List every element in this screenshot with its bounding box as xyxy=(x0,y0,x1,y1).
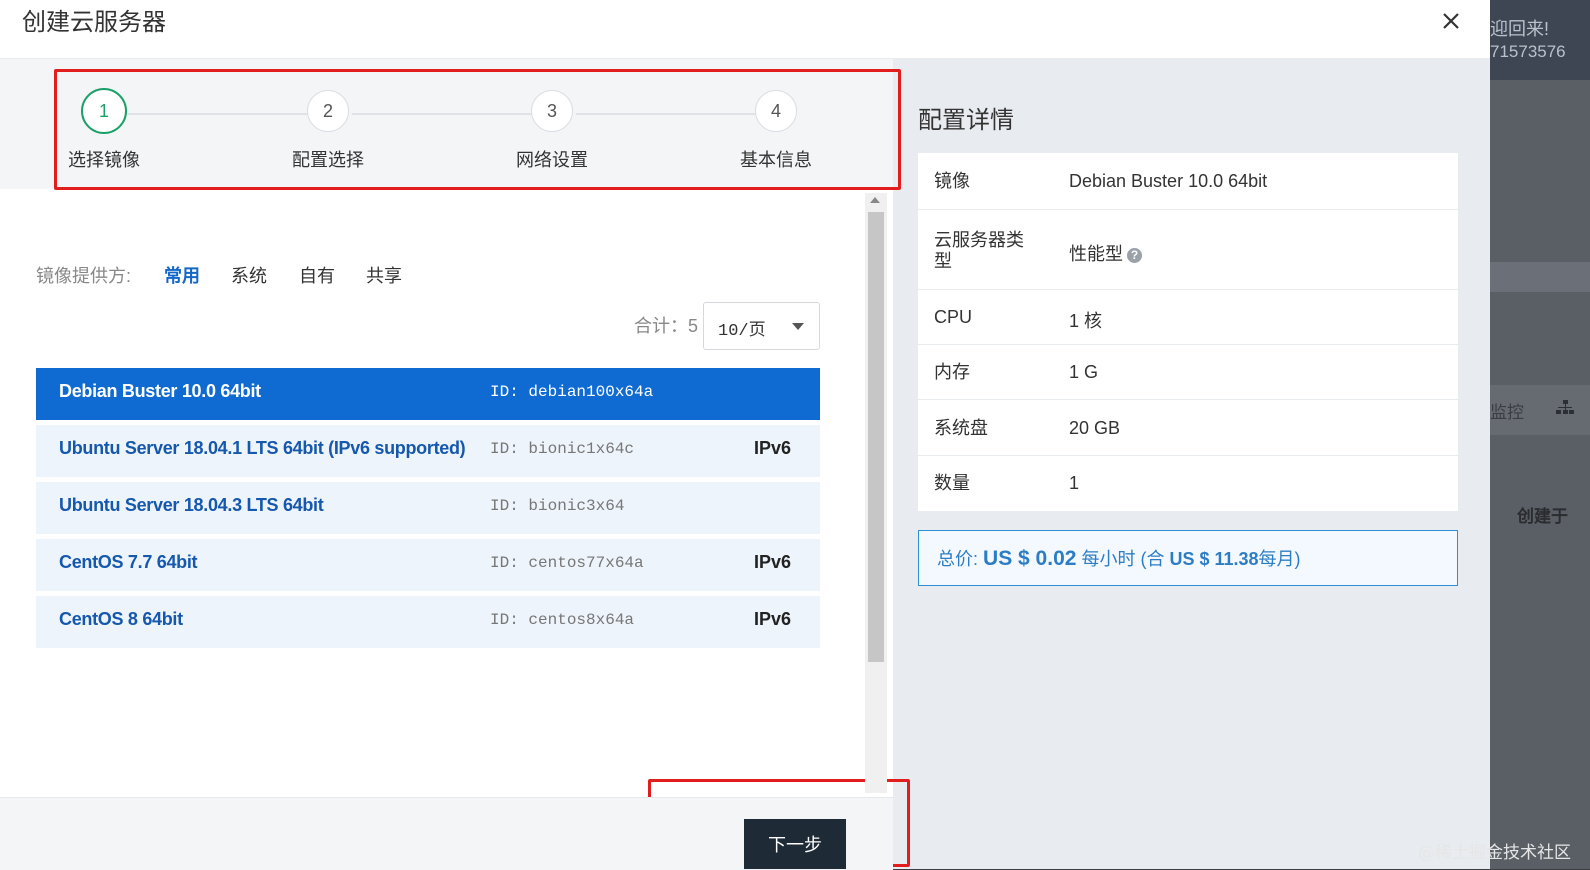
details-key: 云服务器类型 xyxy=(934,230,1024,271)
details-row: 内存 1 G xyxy=(918,345,1458,400)
image-row[interactable]: CentOS 8 64bit ID: centos8x64a IPv6 xyxy=(36,596,820,648)
price-per-month: 每月) xyxy=(1258,549,1301,569)
total-count: 合计：5 xyxy=(634,316,699,336)
details-table: 镜像 Debian Buster 10.0 64bit 云服务器类型 性能型? … xyxy=(918,153,1458,511)
modal-title: 创建云服务器 xyxy=(22,9,166,36)
details-row: 系统盘 20 GB xyxy=(918,400,1458,456)
chevron-down-icon xyxy=(792,323,804,330)
create-server-modal: 创建云服务器 1 选择镜像 2 配置选择 3 网络设置 4 基本信息 镜像提供方… xyxy=(0,0,1490,870)
details-value: 20 GB xyxy=(1069,418,1121,438)
scrollbar-thumb[interactable] xyxy=(868,212,884,662)
scroll-up-arrow-icon[interactable] xyxy=(870,197,880,203)
details-row: CPU 1 核 xyxy=(918,290,1458,345)
image-id: ID: centos8x64a xyxy=(490,611,635,629)
details-value: 1 xyxy=(1069,473,1080,493)
image-id: ID: debian100x64a xyxy=(490,383,654,401)
details-value: Debian Buster 10.0 64bit xyxy=(1069,171,1268,191)
provider-tab-shared[interactable]: 共享 xyxy=(366,262,402,288)
ipv6-tag: IPv6 xyxy=(754,552,792,572)
image-name: CentOS 8 64bit xyxy=(59,609,183,629)
watermark: @稀土掘金技术社区 xyxy=(1418,843,1571,863)
details-key: 镜像 xyxy=(934,171,970,191)
details-key: 内存 xyxy=(934,362,970,382)
image-row[interactable]: Ubuntu Server 18.04.3 LTS 64bit ID: bion… xyxy=(36,482,820,534)
network-icon xyxy=(1556,400,1574,421)
image-row[interactable]: CentOS 7.7 64bit ID: centos77x64a IPv6 xyxy=(36,539,820,591)
image-id: ID: bionic3x64 xyxy=(490,497,625,515)
provider-tab-own[interactable]: 自有 xyxy=(299,262,335,288)
details-key: 数量 xyxy=(934,473,970,493)
ipv6-tag: IPv6 xyxy=(754,609,792,629)
background-created-label: 创建于 xyxy=(1517,507,1568,526)
image-row[interactable]: Ubuntu Server 18.04.1 LTS 64bit (IPv6 su… xyxy=(36,425,820,477)
provider-tab-system[interactable]: 系统 xyxy=(231,262,267,288)
details-value-wrap: 性能型? xyxy=(1069,240,1142,266)
image-name: Ubuntu Server 18.04.1 LTS 64bit (IPv6 su… xyxy=(59,438,466,458)
background-bar xyxy=(1490,262,1590,292)
page-size-select[interactable]: 10/页 xyxy=(703,302,820,350)
details-row: 云服务器类型 性能型? xyxy=(918,210,1458,290)
price-summary: 总价: US $ 0.02 每小时 (合 US $ 11.38每月) xyxy=(918,530,1458,586)
background-account-id: 71573576 xyxy=(1490,42,1566,61)
price-label: 总价: xyxy=(937,549,979,569)
price-monthly: US $ 11.38 xyxy=(1169,549,1259,569)
image-name: Ubuntu Server 18.04.3 LTS 64bit xyxy=(59,495,324,515)
price-text: 总价: US $ 0.02 每小时 (合 US $ 11.38每月) xyxy=(937,545,1301,571)
details-value: 1 核 xyxy=(1069,311,1103,331)
provider-tab-common[interactable]: 常用 xyxy=(164,262,200,288)
help-icon[interactable]: ? xyxy=(1127,247,1142,263)
details-key: 系统盘 xyxy=(934,418,988,438)
image-id: ID: bionic1x64c xyxy=(490,440,635,458)
ipv6-tag: IPv6 xyxy=(754,438,792,458)
background-monitor-tab: 监控 xyxy=(1490,403,1524,422)
close-icon[interactable] xyxy=(1436,6,1466,36)
page-size-value: 10/页 xyxy=(718,322,766,341)
details-row: 数量 1 xyxy=(918,456,1458,511)
details-key: CPU xyxy=(934,307,973,327)
details-row: 镜像 Debian Buster 10.0 64bit xyxy=(918,153,1458,210)
background-header xyxy=(1490,0,1590,80)
provider-label: 镜像提供方: xyxy=(36,266,132,286)
next-step-button[interactable]: 下一步 xyxy=(744,819,846,869)
details-value: 性能型 xyxy=(1069,244,1123,264)
price-per-hour: 每小时 (合 xyxy=(1081,549,1165,569)
details-value: 1 G xyxy=(1069,362,1099,382)
image-name: Debian Buster 10.0 64bit xyxy=(59,381,261,401)
modal-header: 创建云服务器 xyxy=(0,0,1490,59)
price-hourly: US $ 0.02 xyxy=(983,547,1077,570)
image-row[interactable]: Debian Buster 10.0 64bit ID: debian100x6… xyxy=(36,368,820,420)
image-id: ID: centos77x64a xyxy=(490,554,644,572)
image-name: CentOS 7.7 64bit xyxy=(59,552,198,572)
annotation-box-steps xyxy=(54,69,901,190)
background-welcome-text: 迎回来! xyxy=(1490,19,1550,39)
details-title: 配置详情 xyxy=(918,107,1014,134)
